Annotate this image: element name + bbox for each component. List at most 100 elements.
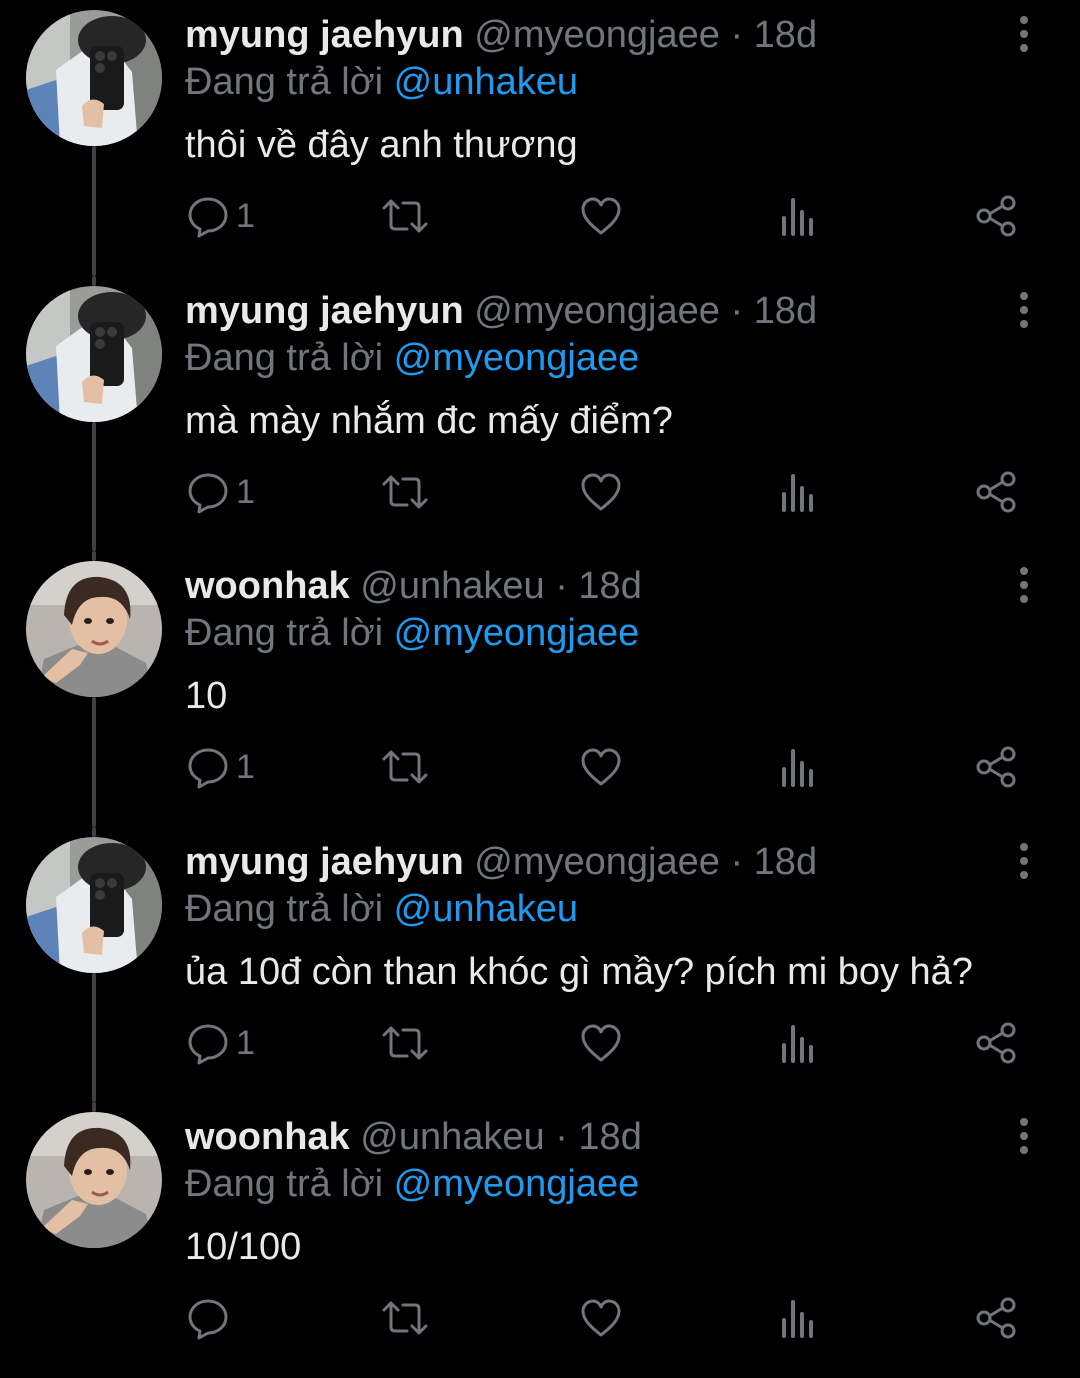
retweet-button[interactable] (381, 745, 429, 789)
replying-to: Đang trả lời @myeongjaee (185, 1161, 639, 1207)
profile-photo (26, 561, 162, 697)
timestamp[interactable]: 18d (754, 841, 817, 883)
profile-photo (26, 1112, 162, 1248)
user-handle[interactable]: @myeongjaee (474, 841, 720, 883)
separator-dot: · (730, 14, 744, 56)
reply-button[interactable] (186, 1296, 276, 1340)
tweet-header: woonhak @unhakeu · 18d (185, 1114, 642, 1160)
heart-icon (581, 197, 621, 235)
timestamp[interactable]: 18d (578, 1116, 641, 1158)
user-handle[interactable]: @myeongjaee (474, 14, 720, 56)
share-button[interactable] (974, 1021, 1018, 1065)
views-icon (782, 198, 813, 236)
views-icon (782, 474, 813, 512)
avatar-myung-jaehyun[interactable] (26, 286, 162, 422)
replying-to-label: Đang trả lời (185, 612, 384, 654)
reply-icon (188, 197, 228, 238)
retweet-button[interactable] (381, 1021, 429, 1065)
reply-count: 1 (236, 197, 255, 235)
views-button[interactable] (779, 745, 817, 789)
tweet-3[interactable]: woonhak @unhakeu · 18d Đang trả lời @mye… (0, 551, 1080, 827)
replying-to-handle[interactable]: @myeongjaee (394, 1163, 640, 1205)
share-button[interactable] (974, 194, 1018, 238)
more-options-button[interactable] (1008, 841, 1040, 881)
reply-button[interactable]: 1 (186, 1021, 276, 1065)
user-handle[interactable]: @myeongjaee (474, 290, 720, 332)
tweet-text: thôi về đây anh thương (185, 124, 578, 166)
replying-to-handle[interactable]: @myeongjaee (394, 337, 640, 379)
retweet-button[interactable] (381, 470, 429, 514)
user-handle[interactable]: @unhakeu (360, 1116, 544, 1158)
more-options-button[interactable] (1008, 290, 1040, 330)
user-handle[interactable]: @unhakeu (360, 565, 544, 607)
replying-to-label: Đang trả lời (185, 1163, 384, 1205)
views-button[interactable] (779, 1021, 817, 1065)
more-options-button[interactable] (1008, 14, 1040, 54)
like-button[interactable] (579, 745, 623, 789)
retweet-icon (382, 750, 428, 784)
views-button[interactable] (779, 1296, 817, 1340)
more-vertical-icon (1020, 292, 1028, 328)
avatar-woonhak[interactable] (26, 1112, 162, 1248)
heart-icon (581, 748, 621, 786)
replying-to-label: Đang trả lời (185, 888, 384, 930)
reply-count: 1 (236, 473, 255, 511)
tweet-4[interactable]: myung jaehyun @myeongjaee · 18d Đang trả… (0, 827, 1080, 1103)
timestamp[interactable]: 18d (754, 290, 817, 332)
display-name[interactable]: myung jaehyun (185, 841, 464, 883)
more-vertical-icon (1020, 16, 1028, 52)
replying-to-handle[interactable]: @myeongjaee (394, 612, 640, 654)
tweet-header: woonhak @unhakeu · 18d (185, 563, 642, 609)
profile-photo (26, 286, 162, 422)
thread-connector-line (92, 1102, 96, 1112)
replying-to-handle[interactable]: @unhakeu (394, 888, 578, 930)
retweet-button[interactable] (381, 194, 429, 238)
tweet-1[interactable]: myung jaehyun @myeongjaee · 18d Đang trả… (0, 0, 1080, 276)
avatar-myung-jaehyun[interactable] (26, 837, 162, 973)
reply-button[interactable]: 1 (186, 194, 276, 238)
avatar-myung-jaehyun[interactable] (26, 10, 162, 146)
reply-button[interactable]: 1 (186, 745, 276, 789)
views-icon (782, 1300, 813, 1338)
share-icon (976, 471, 1016, 513)
display-name[interactable]: woonhak (185, 565, 350, 607)
replying-to: Đang trả lời @unhakeu (185, 886, 578, 932)
reply-icon (188, 1024, 228, 1065)
tweet-5[interactable]: woonhak @unhakeu · 18d Đang trả lời @mye… (0, 1102, 1080, 1378)
timestamp[interactable]: 18d (578, 565, 641, 607)
tweet-2[interactable]: myung jaehyun @myeongjaee · 18d Đang trả… (0, 276, 1080, 552)
views-button[interactable] (779, 194, 817, 238)
share-icon (976, 1022, 1016, 1064)
tweet-header: myung jaehyun @myeongjaee · 18d (185, 288, 817, 334)
avatar-woonhak[interactable] (26, 561, 162, 697)
tweet-text: 10/100 (185, 1226, 302, 1268)
retweet-button[interactable] (381, 1296, 429, 1340)
share-icon (976, 195, 1016, 237)
reply-button[interactable]: 1 (186, 470, 276, 514)
more-options-button[interactable] (1008, 1116, 1040, 1156)
share-button[interactable] (974, 745, 1018, 789)
reply-thread: myung jaehyun @myeongjaee · 18d Đang trả… (0, 0, 1080, 1355)
views-button[interactable] (779, 470, 817, 514)
thread-connector-line (92, 973, 96, 1102)
replying-to-handle[interactable]: @unhakeu (394, 61, 578, 103)
more-vertical-icon (1020, 567, 1028, 603)
share-icon (976, 1297, 1016, 1339)
share-button[interactable] (974, 1296, 1018, 1340)
more-options-button[interactable] (1008, 565, 1040, 605)
like-button[interactable] (579, 1021, 623, 1065)
thread-connector-line (92, 697, 96, 827)
like-button[interactable] (579, 470, 623, 514)
display-name[interactable]: woonhak (185, 1116, 350, 1158)
display-name[interactable]: myung jaehyun (185, 290, 464, 332)
heart-icon (581, 473, 621, 511)
like-button[interactable] (579, 1296, 623, 1340)
thread-connector-line (92, 827, 96, 837)
display-name[interactable]: myung jaehyun (185, 14, 464, 56)
timestamp[interactable]: 18d (754, 14, 817, 56)
retweet-icon (382, 1301, 428, 1335)
share-button[interactable] (974, 470, 1018, 514)
reply-count: 1 (236, 1024, 255, 1062)
replying-to-label: Đang trả lời (185, 61, 384, 103)
like-button[interactable] (579, 194, 623, 238)
